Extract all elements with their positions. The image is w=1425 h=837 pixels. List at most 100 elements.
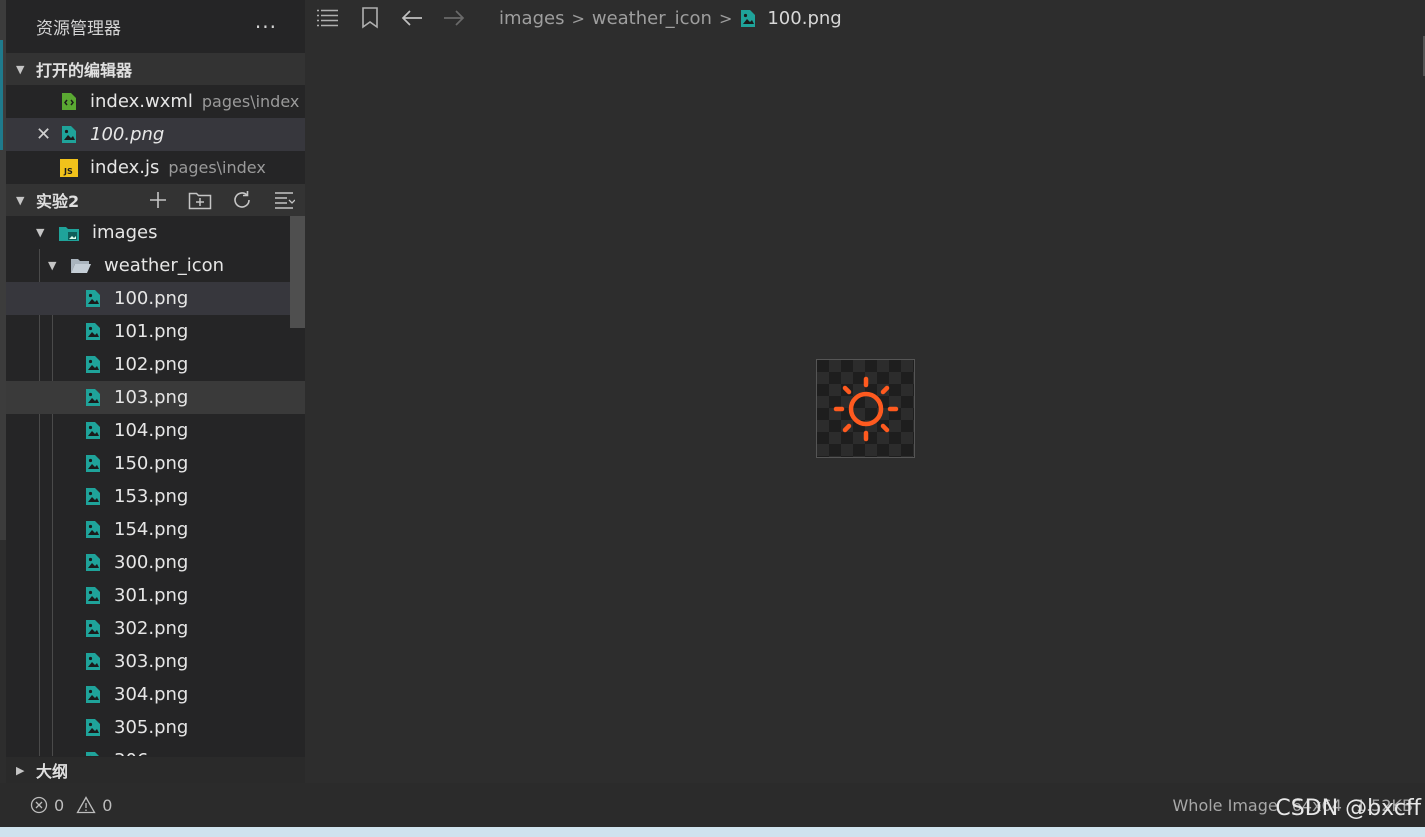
file-row[interactable]: 150.png bbox=[6, 447, 305, 480]
file-row[interactable]: 304.png bbox=[6, 678, 305, 711]
file-name: 104.png bbox=[114, 420, 189, 441]
file-row[interactable]: 102.png bbox=[6, 348, 305, 381]
bookmark-icon[interactable] bbox=[357, 5, 383, 31]
file-row[interactable]: 100.png bbox=[6, 282, 305, 315]
image-file-icon bbox=[84, 388, 102, 408]
file-name: 102.png bbox=[114, 354, 189, 375]
image-editor: images > weather_icon > 100.png bbox=[305, 0, 1425, 783]
open-editors-header[interactable]: ▼ 打开的编辑器 bbox=[6, 53, 305, 85]
image-file-icon bbox=[84, 421, 102, 441]
back-arrow-icon[interactable] bbox=[399, 5, 425, 31]
sun-icon bbox=[833, 376, 898, 441]
explorer-sidebar: 资源管理器 ··· ▼ 打开的编辑器 index.wxml pages\inde… bbox=[6, 0, 305, 783]
file-row[interactable]: 154.png bbox=[6, 513, 305, 546]
warning-icon bbox=[76, 796, 96, 814]
file-row[interactable]: 101.png bbox=[6, 315, 305, 348]
js-file-icon: JS bbox=[60, 158, 78, 178]
chevron-down-icon: ▼ bbox=[48, 259, 57, 272]
file-list: 100.png 101.png 102.png 103.png 104.png 150.p… bbox=[6, 282, 305, 756]
problems-status[interactable]: 0 0 bbox=[30, 796, 112, 815]
explorer-title: 资源管理器 bbox=[36, 19, 121, 39]
project-header[interactable]: ▼ 实验2 bbox=[6, 184, 305, 216]
sidebar-scrollbar[interactable] bbox=[290, 216, 305, 328]
new-file-icon[interactable] bbox=[145, 187, 171, 213]
file-name: 101.png bbox=[114, 321, 189, 342]
file-row[interactable]: 302.png bbox=[6, 612, 305, 645]
images-folder-icon bbox=[58, 223, 80, 243]
file-name: 306.png bbox=[114, 750, 188, 756]
file-row[interactable]: 306.png bbox=[6, 744, 305, 756]
file-tree: ▼ images ▼ weather_icon 100.png 101.png 10… bbox=[6, 216, 305, 756]
file-row[interactable]: 104.png bbox=[6, 414, 305, 447]
outline-title: 大纲 bbox=[36, 762, 69, 781]
image-file-icon bbox=[84, 586, 102, 606]
open-editor-item[interactable]: index.wxml pages\index bbox=[6, 85, 305, 118]
file-row[interactable]: 303.png bbox=[6, 645, 305, 678]
folder-row[interactable]: ▼ images bbox=[6, 216, 305, 249]
image-file-icon bbox=[84, 520, 102, 540]
breadcrumb-item[interactable]: images bbox=[499, 8, 564, 29]
activity-accent bbox=[0, 40, 3, 150]
explorer-header: 资源管理器 ··· bbox=[6, 0, 305, 53]
open-editor-item[interactable]: JS index.js pages\index bbox=[6, 151, 305, 184]
breadcrumb-current[interactable]: 100.png bbox=[767, 8, 841, 29]
breadcrumb-separator-icon: > bbox=[718, 8, 733, 28]
image-file-icon bbox=[84, 289, 102, 309]
list-icon[interactable] bbox=[315, 5, 341, 31]
open-editor-item-active[interactable]: ✕ 100.png bbox=[6, 118, 305, 151]
file-name: 303.png bbox=[114, 651, 189, 672]
outline-header[interactable]: ▶ 大纲 bbox=[6, 757, 305, 783]
image-preview bbox=[816, 359, 915, 458]
status-bar: 0 0 Whole Image 64x64 1.52KB bbox=[0, 783, 1425, 827]
folder-open-icon bbox=[70, 256, 92, 276]
chevron-down-icon: ▼ bbox=[36, 226, 45, 239]
image-file-icon bbox=[84, 685, 102, 705]
new-folder-icon[interactable] bbox=[187, 187, 213, 213]
error-icon bbox=[30, 796, 48, 814]
file-row[interactable]: 103.png bbox=[6, 381, 305, 414]
file-name: 153.png bbox=[114, 486, 189, 507]
chevron-down-icon: ▼ bbox=[16, 62, 25, 76]
image-file-icon bbox=[84, 322, 102, 342]
image-file-icon bbox=[84, 454, 102, 474]
file-name: 304.png bbox=[114, 684, 189, 705]
breadcrumb-separator-icon: > bbox=[571, 8, 585, 28]
file-row[interactable]: 301.png bbox=[6, 579, 305, 612]
image-file-icon bbox=[84, 487, 102, 507]
more-actions-button[interactable]: ··· bbox=[255, 15, 277, 39]
image-file-icon bbox=[84, 619, 102, 639]
file-name: 302.png bbox=[114, 618, 189, 639]
close-icon[interactable]: ✕ bbox=[36, 124, 51, 145]
file-name: 103.png bbox=[114, 387, 189, 408]
warning-count: 0 bbox=[102, 795, 113, 815]
open-editors-title: 打开的编辑器 bbox=[36, 61, 133, 80]
folder-row[interactable]: ▼ weather_icon bbox=[6, 249, 305, 282]
watermark: CSDN @bxcff bbox=[1275, 796, 1421, 821]
taskbar-edge bbox=[0, 827, 1425, 837]
file-name: 305.png bbox=[114, 717, 189, 738]
folder-name: weather_icon bbox=[104, 255, 225, 276]
project-actions bbox=[145, 184, 297, 216]
chevron-right-icon: ▶ bbox=[16, 763, 25, 777]
image-file-icon bbox=[739, 8, 757, 28]
open-editor-name: index.js bbox=[90, 157, 160, 178]
image-file-icon bbox=[84, 553, 102, 573]
file-name: 300.png bbox=[114, 552, 189, 573]
image-file-icon bbox=[60, 125, 78, 145]
breadcrumb-item[interactable]: weather_icon bbox=[592, 8, 712, 29]
image-file-icon bbox=[84, 652, 102, 672]
open-editor-name: 100.png bbox=[90, 124, 165, 145]
file-row[interactable]: 153.png bbox=[6, 480, 305, 513]
file-row[interactable]: 300.png bbox=[6, 546, 305, 579]
open-editor-name: index.wxml bbox=[90, 91, 193, 112]
breadcrumb: images > weather_icon > 100.png bbox=[499, 8, 842, 29]
refresh-icon[interactable] bbox=[229, 187, 255, 213]
image-file-icon bbox=[84, 718, 102, 738]
open-editor-path: pages\index bbox=[201, 92, 300, 111]
file-name: 154.png bbox=[114, 519, 189, 540]
collapse-all-icon[interactable] bbox=[271, 187, 297, 213]
image-file-icon bbox=[84, 355, 102, 375]
zoom-mode[interactable]: Whole Image bbox=[1172, 796, 1277, 815]
file-row[interactable]: 305.png bbox=[6, 711, 305, 744]
forward-arrow-icon[interactable] bbox=[441, 5, 467, 31]
